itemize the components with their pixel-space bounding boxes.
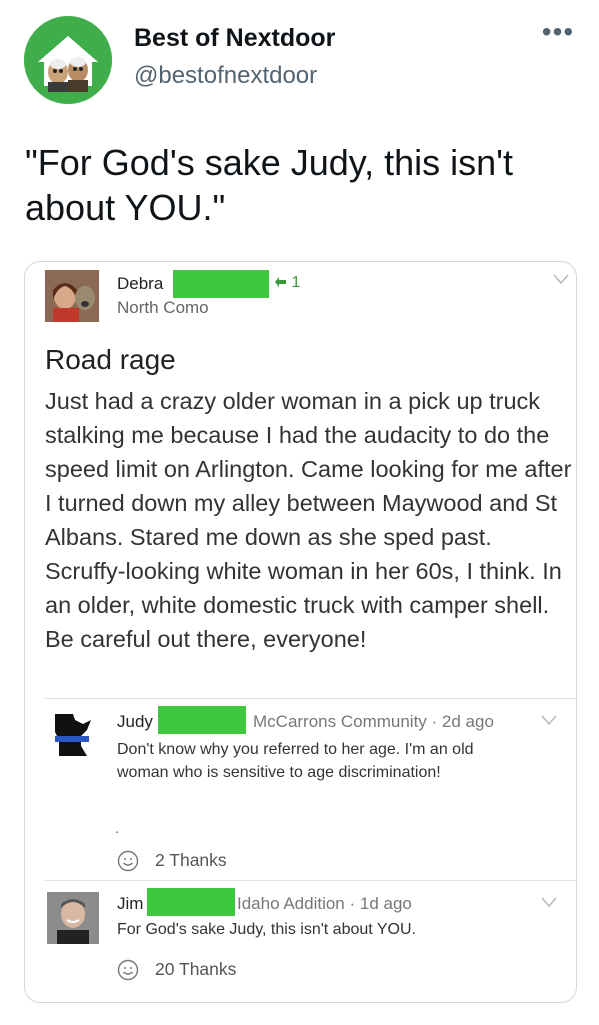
smile-icon[interactable] xyxy=(117,850,139,872)
divider xyxy=(45,880,576,881)
comment-extra-text: . xyxy=(115,820,119,836)
chevron-down-icon[interactable] xyxy=(553,272,569,286)
divider xyxy=(45,698,576,699)
post-body: Just had a crazy older woman in a pick u… xyxy=(45,388,572,652)
reply-arrow-icon xyxy=(275,276,286,287)
reply-count: 1 xyxy=(275,274,300,292)
chevron-down-icon[interactable] xyxy=(541,896,557,908)
comment-body: Don't know why you referred to her age. … xyxy=(117,741,474,781)
post-author-name[interactable]: Debra xyxy=(117,274,163,294)
more-options-button[interactable]: ••• xyxy=(538,18,578,52)
tweet-text: "For God's sake Judy, this isn't about Y… xyxy=(25,142,514,228)
muppets-house-avatar-icon xyxy=(24,16,112,104)
comment-avatar-jim xyxy=(47,892,99,944)
comment-author-name[interactable]: Judy xyxy=(117,712,153,732)
redaction-bar xyxy=(158,706,246,734)
display-name[interactable]: Best of Nextdoor xyxy=(134,24,335,53)
comment-author-name[interactable]: Jim xyxy=(117,894,143,914)
redaction-bar xyxy=(173,270,269,298)
profile-avatar[interactable] xyxy=(24,16,112,104)
comment-meta: McCarrons Community · 2d ago xyxy=(253,712,494,731)
comment-body: For God's sake Judy, this isn't about YO… xyxy=(117,921,416,938)
post-title: Road rage xyxy=(45,344,176,375)
chevron-down-icon[interactable] xyxy=(541,714,557,726)
user-handle[interactable]: @bestofnextdoor xyxy=(134,62,317,90)
comment-avatar-minnesota xyxy=(47,710,99,762)
redaction-bar xyxy=(147,888,235,916)
reply-count-value: 1 xyxy=(291,274,301,291)
tweet-header: Best of Nextdoor @bestofnextdoor ••• xyxy=(0,0,599,120)
thanks-count[interactable]: 2 Thanks xyxy=(155,850,227,871)
post-author-avatar xyxy=(45,270,99,322)
embedded-image-card[interactable]: Debra 1 North Como Road rage Just had a … xyxy=(24,261,577,1003)
comment-meta: Idaho Addition · 1d ago xyxy=(237,894,412,913)
post-location[interactable]: North Como xyxy=(117,298,209,318)
smile-icon[interactable] xyxy=(117,959,139,981)
thanks-count[interactable]: 20 Thanks xyxy=(155,959,236,980)
